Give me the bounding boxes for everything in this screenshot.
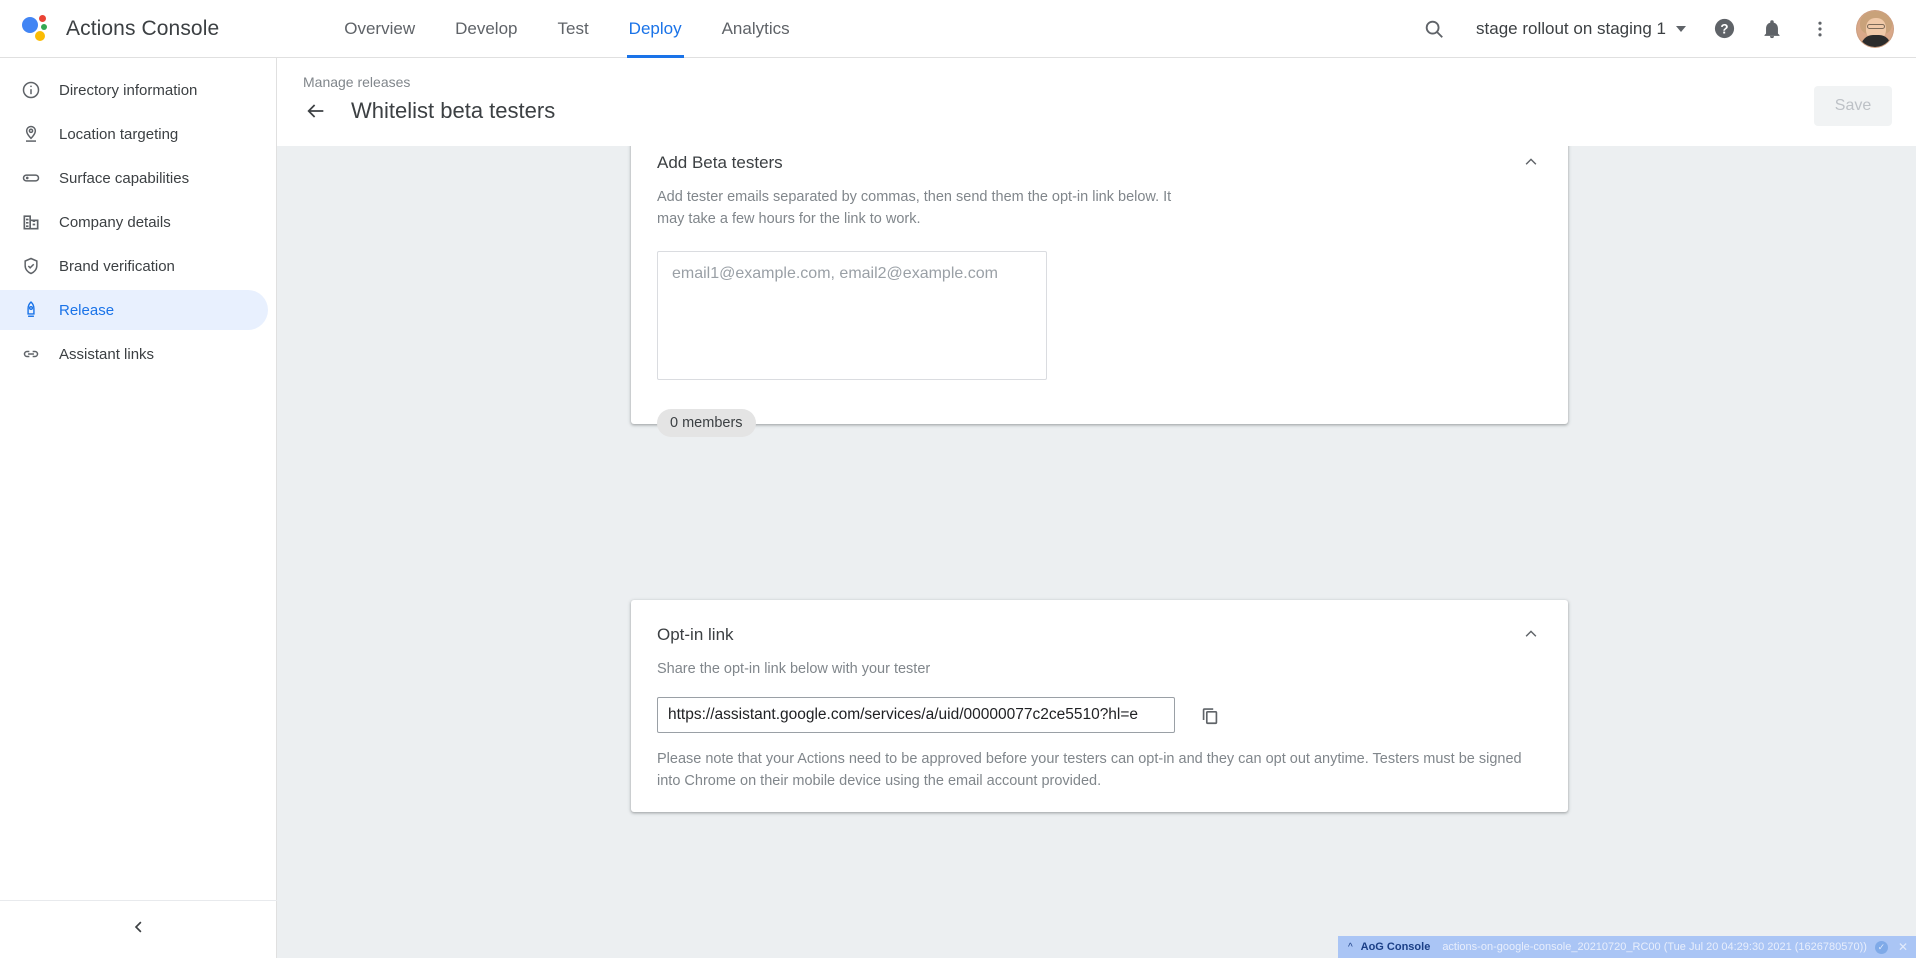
- sidebar: Directory information Location targeting…: [0, 58, 277, 958]
- shield-check-icon: [20, 256, 41, 277]
- sidebar-item-brand-verification[interactable]: Brand verification: [0, 246, 268, 286]
- sidebar-item-location-targeting[interactable]: Location targeting: [0, 114, 268, 154]
- place-pin-icon: [20, 124, 41, 145]
- building-icon: [20, 212, 41, 233]
- tab-overview[interactable]: Overview: [324, 0, 435, 58]
- breadcrumb[interactable]: Manage releases: [303, 74, 410, 90]
- opt-in-note: Please note that your Actions need to be…: [657, 749, 1522, 793]
- chevron-up-icon[interactable]: [1520, 623, 1542, 645]
- page-title-row: Whitelist beta testers: [303, 98, 555, 124]
- search-icon[interactable]: [1412, 7, 1456, 51]
- info-icon: [20, 80, 41, 101]
- card-header: Add Beta testers: [631, 146, 1568, 173]
- chevron-up-small-icon[interactable]: ^: [1348, 942, 1353, 953]
- sidebar-item-label: Company details: [59, 214, 171, 231]
- sidebar-item-assistant-links[interactable]: Assistant links: [0, 334, 268, 374]
- save-button[interactable]: Save: [1814, 86, 1892, 126]
- project-selector[interactable]: stage rollout on staging 1: [1460, 19, 1698, 39]
- tab-deploy[interactable]: Deploy: [609, 0, 702, 58]
- project-name: stage rollout on staging 1: [1476, 19, 1666, 39]
- tab-analytics[interactable]: Analytics: [702, 0, 810, 58]
- sidebar-item-directory-information[interactable]: Directory information: [0, 70, 268, 110]
- members-count-chip: 0 members: [657, 409, 756, 437]
- card-title: Opt-in link: [657, 625, 734, 645]
- opt-in-link-card: Opt-in link Share the opt-in link below …: [631, 600, 1568, 812]
- main-nav-tabs: Overview Develop Test Deploy Analytics: [324, 0, 809, 58]
- svg-text:?: ?: [1720, 21, 1728, 36]
- top-bar-actions: stage rollout on staging 1 ?: [1412, 7, 1916, 51]
- tab-develop[interactable]: Develop: [435, 0, 537, 58]
- bell-icon[interactable]: [1750, 7, 1794, 51]
- chevron-down-icon: [1676, 26, 1686, 32]
- sidebar-item-label: Brand verification: [59, 258, 175, 275]
- close-icon[interactable]: ✕: [1896, 940, 1910, 954]
- status-app-name: AoG Console: [1361, 941, 1431, 953]
- card-description: Add tester emails separated by commas, t…: [631, 173, 1211, 231]
- app-title: Actions Console: [66, 17, 219, 41]
- top-app-bar: Actions Console Overview Develop Test De…: [0, 0, 1916, 58]
- build-status-bar: ^ AoG Console actions-on-google-console_…: [1338, 936, 1916, 958]
- sidebar-item-label: Release: [59, 302, 114, 319]
- add-beta-testers-card: Add Beta testers Add tester emails separ…: [631, 146, 1568, 424]
- chevron-up-icon[interactable]: [1520, 151, 1542, 173]
- chevron-left-icon: [130, 918, 148, 941]
- sidebar-item-label: Directory information: [59, 82, 197, 99]
- beta-testers-email-input[interactable]: [657, 251, 1047, 380]
- opt-in-link-input[interactable]: [657, 697, 1175, 733]
- help-icon[interactable]: ?: [1702, 7, 1746, 51]
- sidebar-item-label: Surface capabilities: [59, 170, 189, 187]
- sidebar-item-label: Location targeting: [59, 126, 178, 143]
- sidebar-nav-list: Directory information Location targeting…: [0, 58, 276, 374]
- sidebar-item-release[interactable]: Release: [0, 290, 268, 330]
- sidebar-collapse-button[interactable]: [0, 900, 277, 958]
- rocket-icon: [20, 300, 41, 321]
- sidebar-item-surface-capabilities[interactable]: Surface capabilities: [0, 158, 268, 198]
- google-assistant-logo-icon: [22, 15, 50, 43]
- more-vert-icon[interactable]: [1798, 7, 1842, 51]
- page-header: Manage releases Whitelist beta testers S…: [277, 58, 1916, 146]
- page-title: Whitelist beta testers: [351, 98, 555, 124]
- card-title: Add Beta testers: [657, 153, 783, 173]
- sidebar-item-company-details[interactable]: Company details: [0, 202, 268, 242]
- sidebar-item-label: Assistant links: [59, 346, 154, 363]
- status-build-info: actions-on-google-console_20210720_RC00 …: [1442, 941, 1867, 953]
- copy-icon[interactable]: [1195, 700, 1225, 730]
- link-icon: [20, 344, 41, 365]
- avatar[interactable]: [1856, 10, 1894, 48]
- check-circle-icon: ✓: [1875, 941, 1888, 954]
- arrow-back-icon[interactable]: [303, 98, 329, 124]
- tab-test[interactable]: Test: [537, 0, 608, 58]
- content-area: Add Beta testers Add tester emails separ…: [277, 146, 1916, 958]
- brand-area: Actions Console: [0, 15, 219, 43]
- opt-in-link-row: [657, 697, 1568, 733]
- card-description: Share the opt-in link below with your te…: [631, 645, 1211, 681]
- capsule-icon: [20, 168, 41, 189]
- card-header: Opt-in link: [631, 600, 1568, 645]
